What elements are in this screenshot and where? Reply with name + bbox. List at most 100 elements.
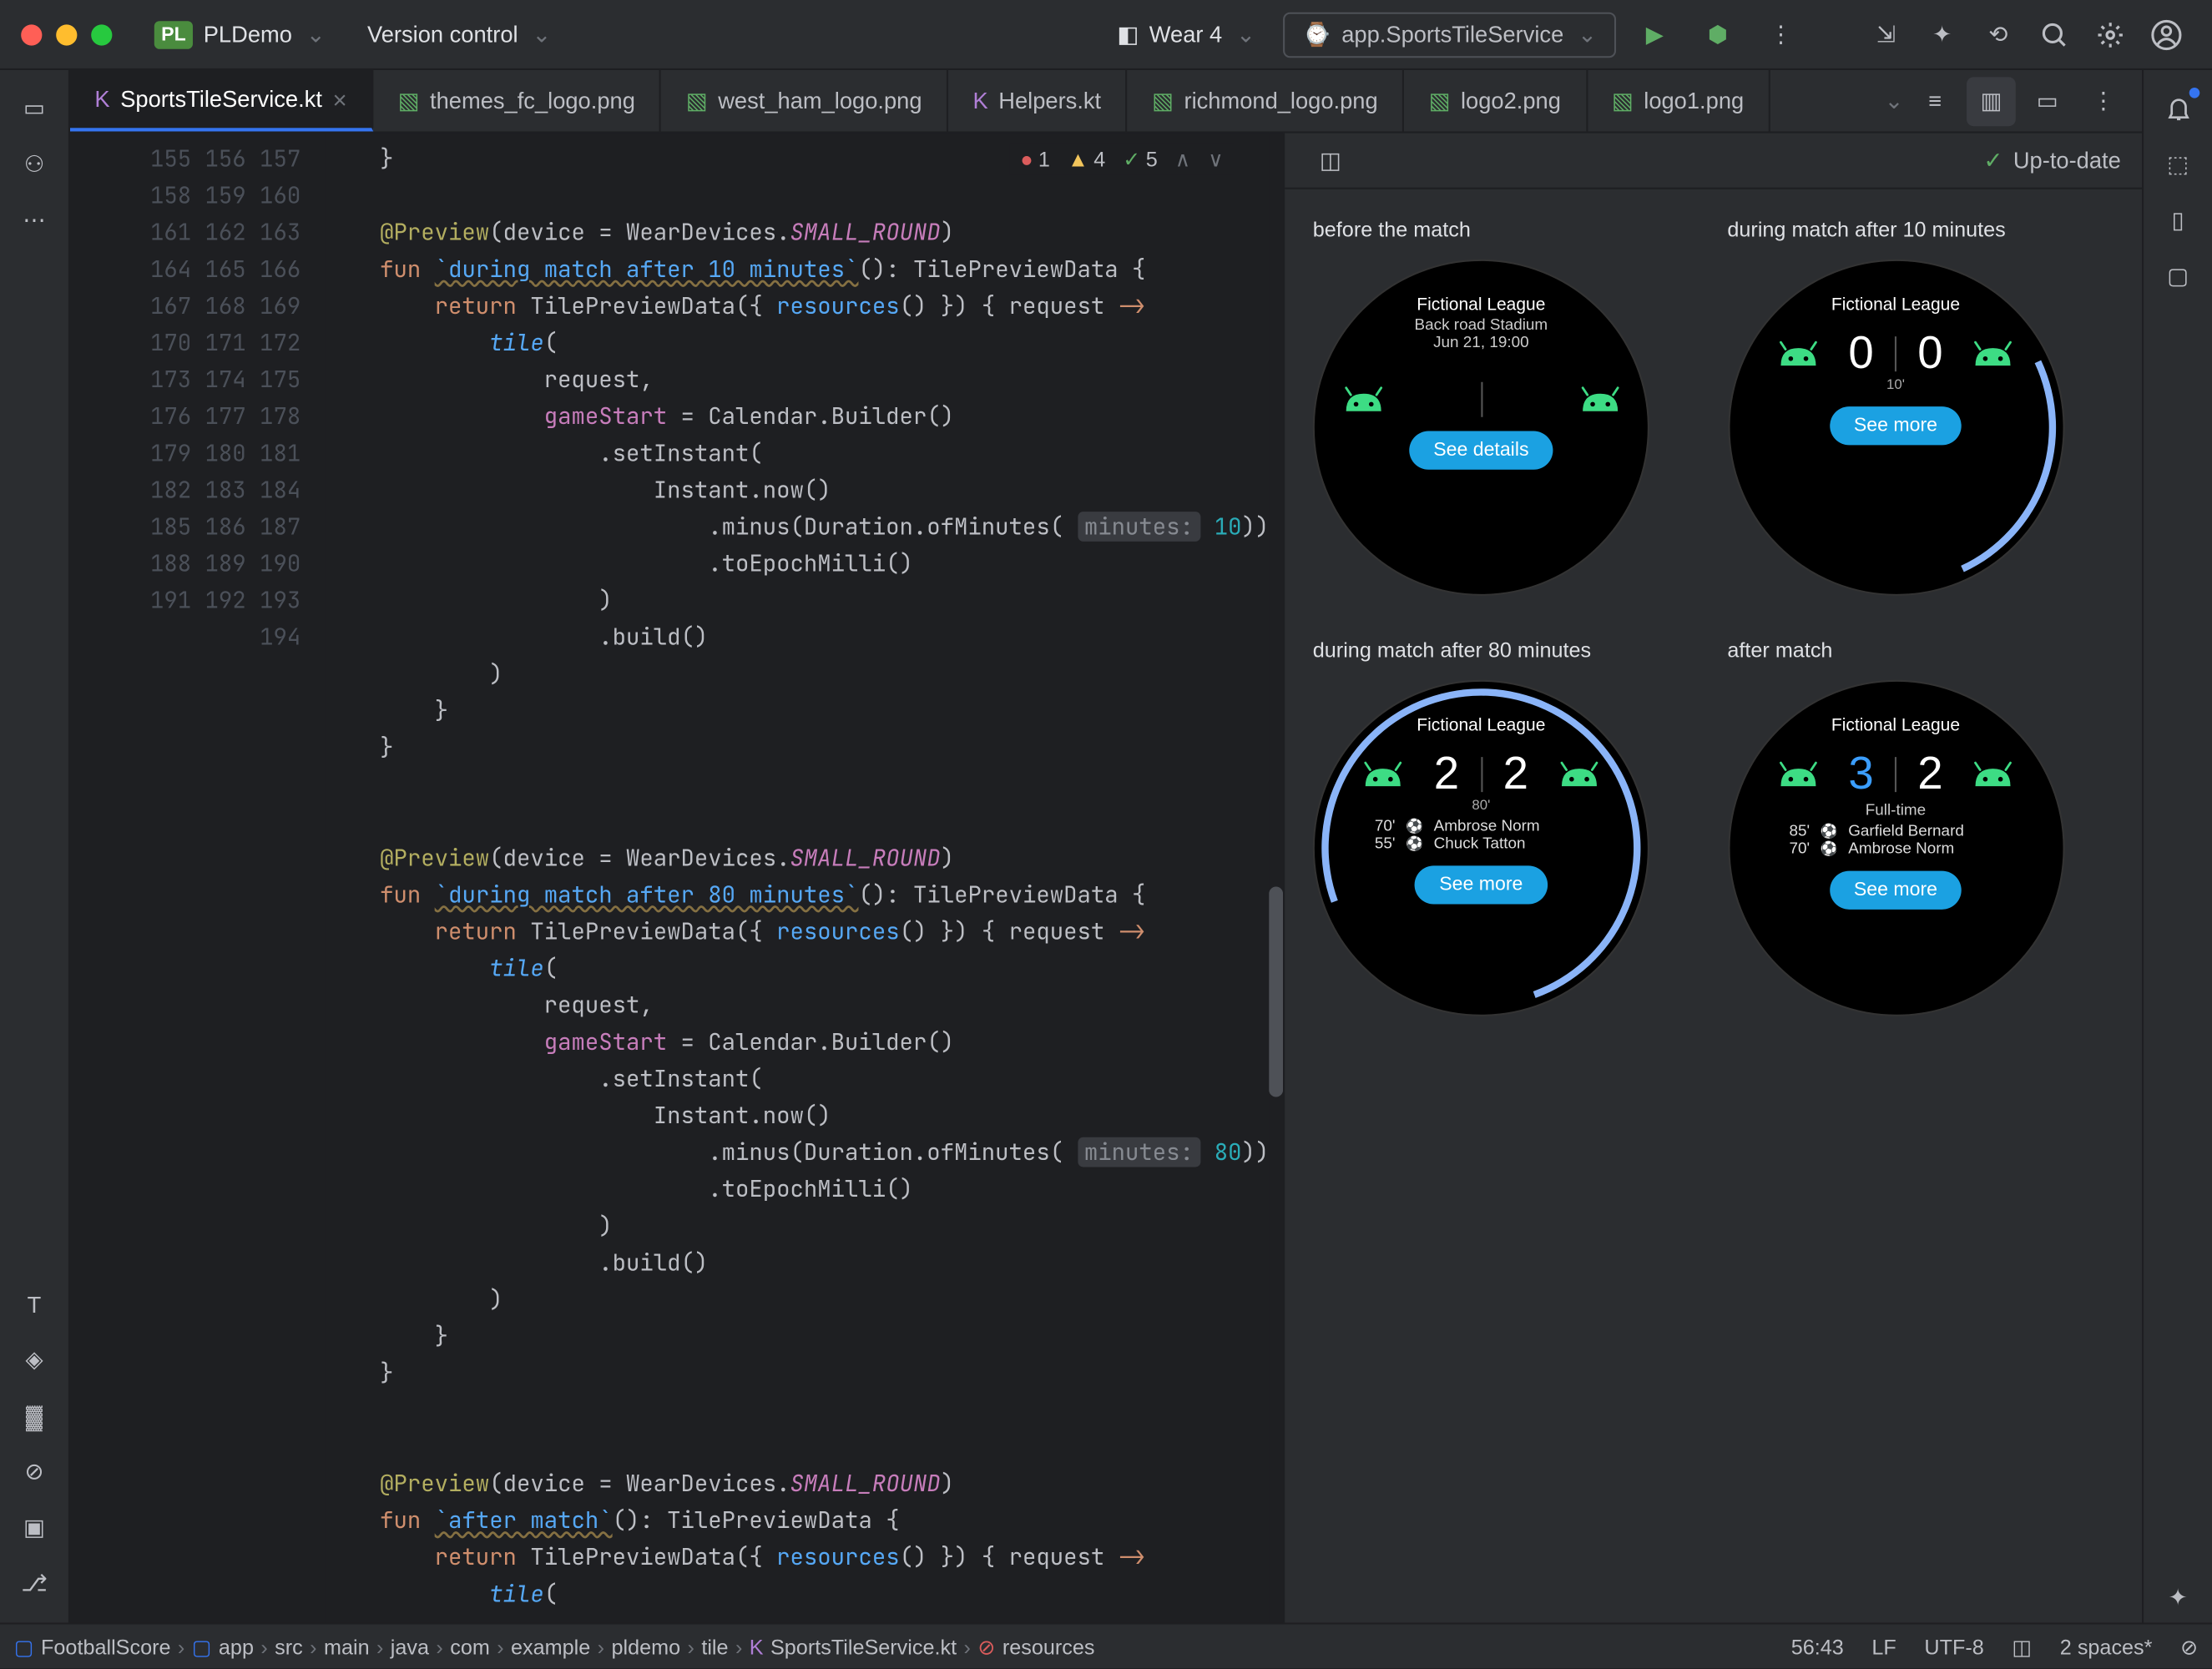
settings-icon[interactable] (2086, 10, 2135, 59)
vcs-tool-icon[interactable]: ⎇ (10, 1561, 59, 1610)
watch-preview[interactable]: Fictional LeagueBack road StadiumJun 21,… (1313, 260, 1649, 596)
tab-west-ham-logo[interactable]: ▧ west_ham_logo.png (661, 70, 948, 131)
gradle-icon[interactable]: ⬚ (2154, 140, 2203, 189)
breadcrumb-item[interactable]: src (275, 1635, 303, 1659)
tab-sportstileservice[interactable]: K SportsTileService.kt × (70, 70, 373, 131)
watch-score-row: 32 (1768, 747, 2023, 801)
image-file-icon: ▧ (398, 87, 420, 115)
search-icon[interactable] (2030, 10, 2079, 59)
watch-preview[interactable]: Fictional League32Full-time85'⚽Garfield … (1727, 680, 2063, 1016)
watch-event: 85'⚽Garfield Bernard (1775, 822, 2017, 840)
watch-preview[interactable]: Fictional League0010'See more (1727, 260, 2063, 596)
minimize-window[interactable] (56, 23, 77, 44)
chevron-down-icon (528, 20, 551, 48)
project-selector[interactable]: PL PLDemo (140, 13, 339, 55)
tab-label: Helpers.kt (998, 88, 1101, 113)
account-icon[interactable] (2142, 10, 2191, 59)
breadcrumb-item[interactable]: java (391, 1635, 429, 1659)
breadcrumb-item[interactable]: com (450, 1635, 490, 1659)
line-separator[interactable]: LF (1871, 1635, 1896, 1659)
problems-icon[interactable]: ⊘ (10, 1448, 59, 1497)
kotlin-file-icon: K (972, 88, 987, 113)
debug-button[interactable]: ⬢ (1693, 10, 1742, 59)
titlebar: PL PLDemo Version control ◧ Wear 4 ⌚ app… (0, 0, 2212, 70)
terminal-icon[interactable]: ▣ (10, 1505, 59, 1554)
android-logo-icon (1964, 756, 2023, 791)
breadcrumbs[interactable]: ▢FootballScore›▢app›src›main›java›com›ex… (14, 1635, 1095, 1659)
logcat-icon[interactable]: ▓ (10, 1392, 59, 1441)
breadcrumb-item[interactable]: KSportsTileService.kt (750, 1635, 957, 1659)
android-logo-icon (1569, 382, 1629, 417)
more-tools-icon[interactable]: ⋯ (10, 196, 59, 245)
close-window[interactable] (21, 23, 42, 44)
editor-scrollbar[interactable] (1269, 134, 1283, 1624)
preview-layout-icon[interactable]: ◫ (1305, 136, 1355, 185)
line-gutter[interactable]: 155 156 157 158 159 160 161 162 163 164 … (70, 134, 326, 1624)
device-manager-icon[interactable]: ▯ (2154, 196, 2203, 245)
device-name: Wear 4 (1149, 21, 1223, 47)
running-devices-icon[interactable]: ▢ (2154, 252, 2203, 301)
prev-highlight-icon[interactable]: ∧ (1175, 147, 1190, 171)
vcs-widget[interactable]: Version control (353, 13, 565, 55)
tab-logo1[interactable]: ▧ logo1.png (1587, 70, 1770, 131)
next-highlight-icon[interactable]: ∨ (1208, 147, 1223, 171)
ai-assistant-icon[interactable]: ✦ (2154, 1575, 2203, 1624)
caret-position[interactable]: 56:43 (1791, 1635, 1844, 1659)
breadcrumb-item[interactable]: example (511, 1635, 590, 1659)
run-config-selector[interactable]: ⌚ app.SportsTileService (1284, 12, 1617, 58)
warning-count[interactable]: 4 (1068, 147, 1105, 171)
breadcrumb-item[interactable]: pldemo (611, 1635, 680, 1659)
preview-cell-title: during match after 80 minutes (1313, 638, 1699, 662)
wear-icon: ⌚ (1303, 20, 1331, 48)
weak-warning-count[interactable]: 5 (1123, 147, 1157, 171)
code-editor[interactable]: 1 4 5 ∧ ∨ 155 156 157 158 159 160 161 16… (70, 134, 1283, 1624)
watch-preview[interactable]: Fictional League2280'70'⚽Ambrose Norm55'… (1313, 680, 1649, 1016)
view-mode-code-icon[interactable]: ≡ (1911, 76, 1960, 125)
breadcrumb-item[interactable]: ▢FootballScore (14, 1635, 171, 1659)
tab-richmond-logo[interactable]: ▧ richmond_logo.png (1128, 70, 1405, 131)
watch-button[interactable]: See more (1829, 871, 1962, 910)
breadcrumb-item[interactable]: main (324, 1635, 370, 1659)
file-encoding[interactable]: UTF-8 (1924, 1635, 1983, 1659)
tab-helpers[interactable]: K Helpers.kt (948, 70, 1128, 131)
window-controls (21, 23, 112, 44)
structure-tool-icon[interactable]: ⚇ (10, 140, 59, 189)
tab-options-icon[interactable]: ⋮ (2078, 76, 2128, 125)
maximize-window[interactable] (91, 23, 112, 44)
editor-tabs: K SportsTileService.kt × ▧ themes_fc_log… (70, 70, 2142, 134)
watch-venue: Back road Stadium (1415, 315, 1548, 333)
updates-icon[interactable]: ✦ (1917, 10, 1967, 59)
notifications-icon[interactable] (2154, 84, 2203, 134)
more-actions[interactable]: ⋮ (1756, 10, 1805, 59)
sync-icon[interactable]: ⟲ (1973, 10, 2023, 59)
run-config-name: app.SportsTileService (1341, 21, 1563, 47)
tab-logo2[interactable]: ▧ logo2.png (1404, 70, 1587, 131)
memory-indicator-icon[interactable]: ⊘ (2180, 1635, 2198, 1659)
readonly-icon[interactable]: ◫ (2012, 1635, 2032, 1659)
tab-themes-fc-logo[interactable]: ▧ themes_fc_logo.png (373, 70, 661, 131)
inspection-widget[interactable]: 1 4 5 ∧ ∨ (1010, 144, 1234, 175)
tab-label: SportsTileService.kt (120, 86, 322, 112)
project-tool-icon[interactable]: ▭ (10, 84, 59, 134)
breadcrumb-item[interactable]: ⊘resources (977, 1635, 1094, 1659)
view-mode-design-icon[interactable]: ▭ (2023, 76, 2072, 125)
run-button[interactable]: ▶ (1630, 10, 1679, 59)
view-mode-split-icon[interactable]: ▥ (1967, 76, 2016, 125)
code-with-me-icon[interactable]: ⇲ (1861, 10, 1911, 59)
close-tab-icon[interactable]: × (333, 85, 347, 113)
device-selector[interactable]: ◧ Wear 4 (1103, 13, 1270, 55)
indent-widget[interactable]: 2 spaces* (2060, 1635, 2153, 1659)
error-count[interactable]: 1 (1020, 147, 1050, 171)
watch-subtext: Full-time (1866, 801, 1926, 819)
breadcrumb-item[interactable]: tile (701, 1635, 728, 1659)
score-home: 3 (1848, 747, 1873, 801)
kotlin-file-icon: K (94, 86, 109, 112)
code-content[interactable]: } @Preview(device = WearDevices.SMALL_RO… (326, 134, 1270, 1624)
breadcrumb-item[interactable]: ▢app (192, 1635, 254, 1659)
image-file-icon: ▧ (686, 87, 708, 115)
tab-overflow-icon[interactable] (1881, 87, 1903, 115)
favorites-icon[interactable]: ◈ (10, 1336, 59, 1385)
build-tool-icon[interactable]: T (10, 1280, 59, 1329)
watch-button[interactable]: See details (1409, 431, 1553, 470)
right-tool-rail: ⬚ ▯ ▢ ✦ (2142, 70, 2212, 1623)
